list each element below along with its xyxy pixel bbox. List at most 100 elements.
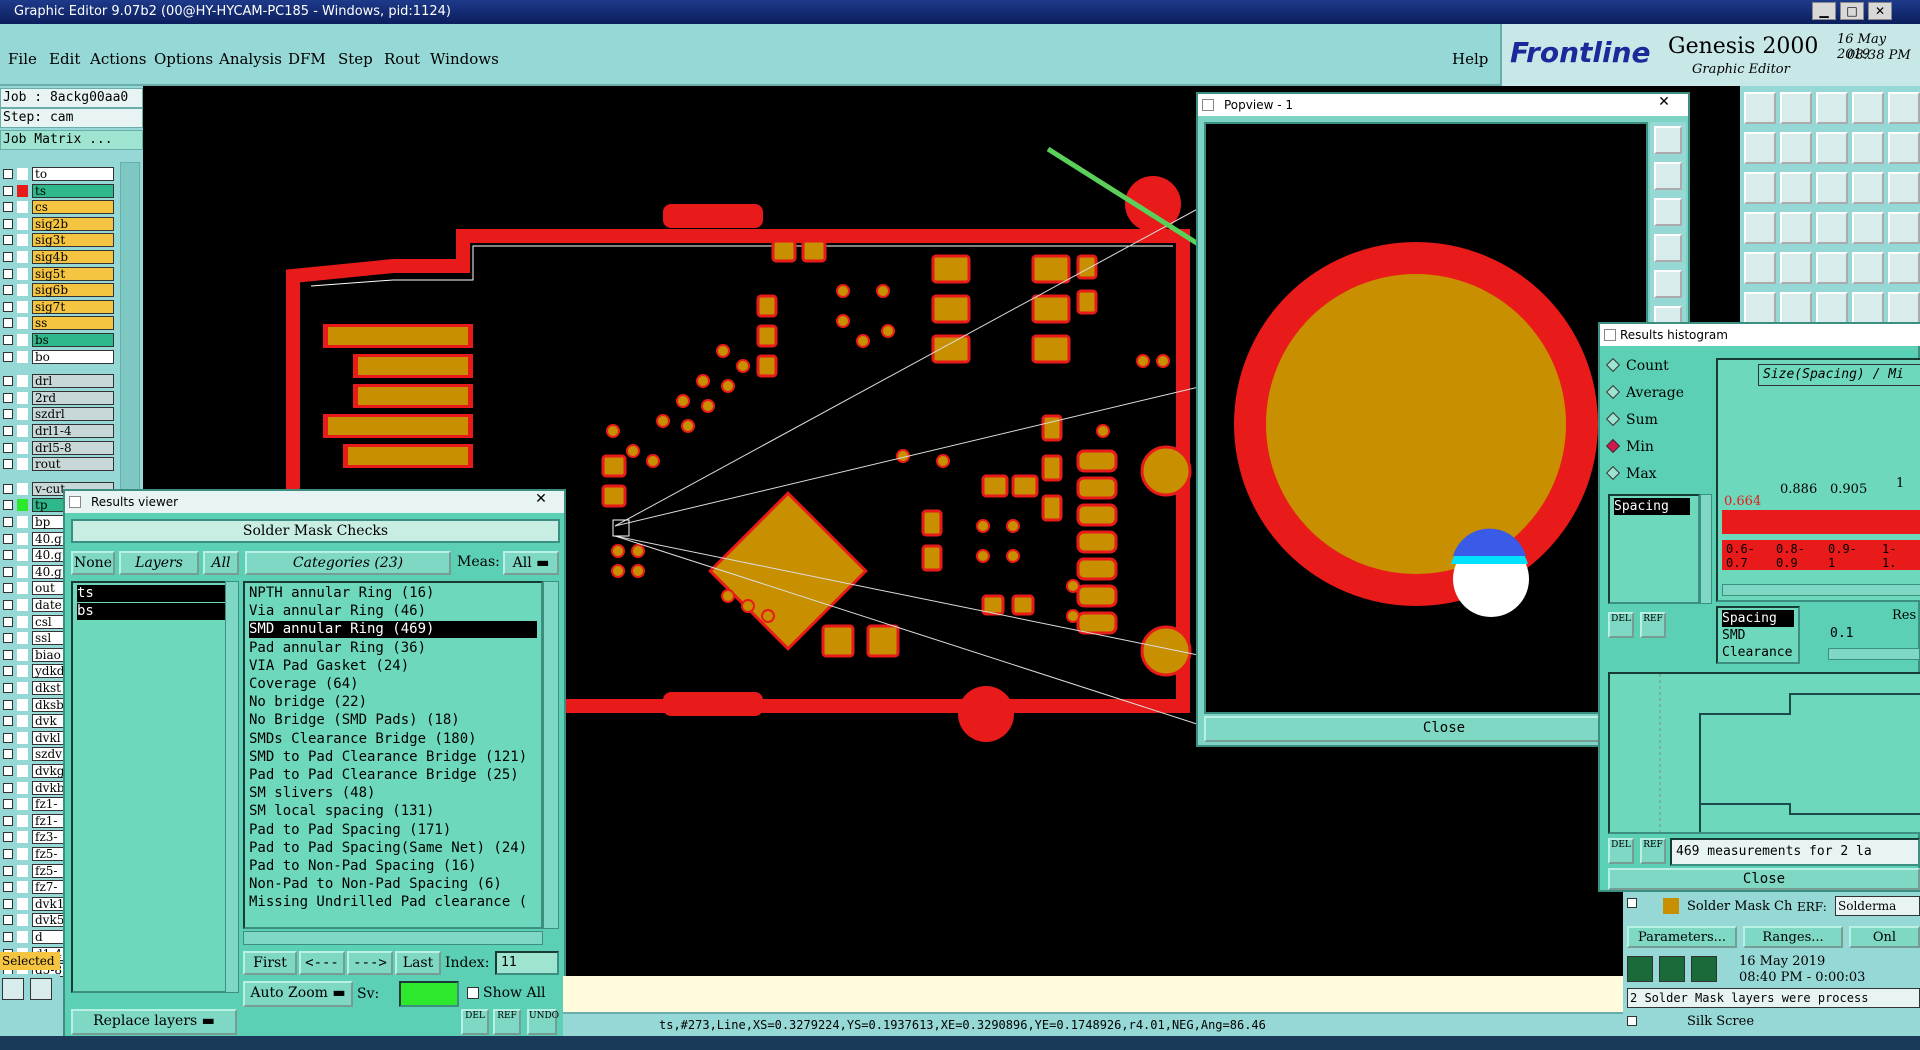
tool-icon[interactable] (1888, 132, 1920, 164)
parameters-button[interactable]: Parameters... (1627, 926, 1737, 948)
layer-checkbox[interactable] (3, 268, 13, 279)
all-button[interactable]: All (203, 551, 239, 575)
tool-icon[interactable] (1744, 92, 1776, 124)
menu-file[interactable]: File (8, 50, 37, 68)
category-item[interactable]: No Bridge (SMD Pads) (18) (249, 712, 460, 729)
layer-checkbox[interactable] (3, 732, 13, 743)
silk-checkbox[interactable] (1627, 1016, 1637, 1026)
categories-button[interactable]: Categories (23) (245, 551, 451, 575)
tool-icon[interactable] (1888, 92, 1920, 124)
list-item[interactable]: bs (77, 603, 233, 620)
undo-button[interactable]: UNDO (527, 1009, 559, 1035)
category-item[interactable]: Via annular Ring (46) (249, 603, 426, 620)
layer-checkbox[interactable] (3, 252, 13, 262)
layer-row[interactable]: cs (0, 199, 116, 215)
menu-options[interactable]: Options (154, 50, 213, 68)
action-icon[interactable] (1659, 956, 1685, 982)
menu-step[interactable]: Step (338, 50, 373, 68)
tool-icon[interactable] (30, 978, 52, 1000)
tool-icon[interactable] (1780, 252, 1812, 284)
layer-checkbox[interactable] (3, 442, 13, 453)
option-min[interactable]: Min (1605, 438, 1654, 455)
option-max[interactable]: Max (1605, 465, 1657, 482)
layer-checkbox[interactable] (3, 666, 13, 677)
category-item[interactable]: Pad to Non-Pad Spacing (16) (249, 858, 477, 875)
layer-checkbox[interactable] (3, 600, 13, 610)
ranges-button[interactable]: Ranges... (1743, 926, 1843, 948)
category-item[interactable]: NPTH annular Ring (16) (249, 585, 434, 602)
categories-scrollbar[interactable] (543, 581, 559, 929)
meas-select[interactable]: All ▬ (503, 551, 559, 575)
layer-checkbox[interactable] (3, 169, 13, 179)
action-icon[interactable] (1691, 956, 1717, 982)
layers-button[interactable]: Layers (119, 551, 199, 575)
layer-checkbox[interactable] (3, 882, 13, 893)
layer-row[interactable]: drl5-8 (0, 440, 116, 456)
layer-checkbox[interactable] (3, 649, 13, 660)
menu-analysis[interactable]: Analysis (219, 50, 282, 68)
layer-checkbox[interactable] (3, 351, 13, 362)
layer-checkbox[interactable] (3, 483, 13, 494)
online-button[interactable]: Onl (1849, 926, 1920, 948)
layer-checkbox[interactable] (3, 392, 13, 403)
layer-checkbox[interactable] (3, 799, 13, 810)
layer-checkbox[interactable] (3, 376, 13, 387)
category-item[interactable]: SMD annular Ring (469) (249, 621, 537, 639)
tool-icon[interactable] (1744, 212, 1776, 244)
category-item[interactable]: Pad annular Ring (36) (249, 640, 426, 657)
close-button[interactable]: ✕ (1868, 2, 1892, 20)
tool-icon[interactable] (1852, 172, 1884, 204)
layer-checkbox[interactable] (3, 218, 13, 229)
category-item[interactable]: VIA Pad Gasket (24) (249, 658, 409, 675)
tool-icon[interactable] (1744, 132, 1776, 164)
layer-row[interactable]: szdrl (0, 406, 116, 422)
layer-row[interactable]: sig2b (0, 216, 116, 232)
tool-icon[interactable] (1852, 212, 1884, 244)
layer-checkbox[interactable] (3, 699, 13, 710)
tool-icon[interactable] (1816, 92, 1848, 124)
layer-row[interactable]: ts (0, 183, 116, 199)
prev-button[interactable]: <--- (299, 951, 345, 975)
minimize-button[interactable]: ▁ (1812, 2, 1836, 20)
layer-row[interactable]: drl (0, 373, 116, 389)
layer-checkbox[interactable] (3, 285, 13, 296)
layer-checkbox[interactable] (3, 832, 13, 843)
layer-checkbox[interactable] (3, 185, 13, 196)
option-average[interactable]: Average (1605, 384, 1684, 401)
menu-help[interactable]: Help (1452, 50, 1488, 68)
layer-checkbox[interactable] (3, 318, 13, 329)
tool-icon[interactable] (1654, 234, 1682, 262)
erf-checkbox[interactable] (1627, 898, 1637, 908)
layers-list[interactable]: ts bs (71, 581, 237, 993)
action-icon[interactable] (1627, 956, 1653, 982)
tool-icon[interactable] (1654, 126, 1682, 154)
replace-layers-select[interactable]: Replace layers ▬ (71, 1009, 237, 1035)
layer-row[interactable]: sig4b (0, 249, 116, 265)
layer-row[interactable]: drl1-4 (0, 423, 116, 439)
category-item[interactable]: Non-Pad to Non-Pad Spacing (6) (249, 876, 502, 893)
layer-checkbox[interactable] (3, 409, 13, 420)
category-item[interactable]: No bridge (22) (249, 694, 367, 711)
layer-checkbox[interactable] (3, 335, 13, 345)
hist-ref-button[interactable]: REF (1640, 612, 1666, 638)
layer-row[interactable]: ss (0, 315, 116, 331)
next-button[interactable]: ---> (347, 951, 393, 975)
layer-row[interactable]: sig6b (0, 282, 116, 298)
category-item[interactable]: Pad to Pad Clearance Bridge (25) (249, 767, 519, 784)
hist-del-button[interactable]: DEL (1608, 838, 1634, 864)
layer-checkbox[interactable] (3, 533, 13, 544)
layer-row[interactable]: sig3t (0, 232, 116, 248)
res-slider[interactable] (1828, 648, 1920, 660)
list-item[interactable]: Clearance (1722, 644, 1792, 661)
list-item[interactable]: ts (77, 585, 233, 602)
tool-icon[interactable] (1654, 270, 1682, 298)
job-matrix-button[interactable]: Job Matrix ... (0, 130, 143, 150)
layer-checkbox[interactable] (3, 633, 13, 644)
layer-checkbox[interactable] (3, 500, 13, 511)
tool-icon[interactable] (1816, 252, 1848, 284)
popview-canvas[interactable] (1204, 122, 1648, 714)
tool-icon[interactable] (1888, 212, 1920, 244)
histogram-close-button[interactable]: Close (1608, 868, 1920, 890)
tool-icon[interactable] (1888, 172, 1920, 204)
menu-windows[interactable]: Windows (430, 50, 499, 68)
